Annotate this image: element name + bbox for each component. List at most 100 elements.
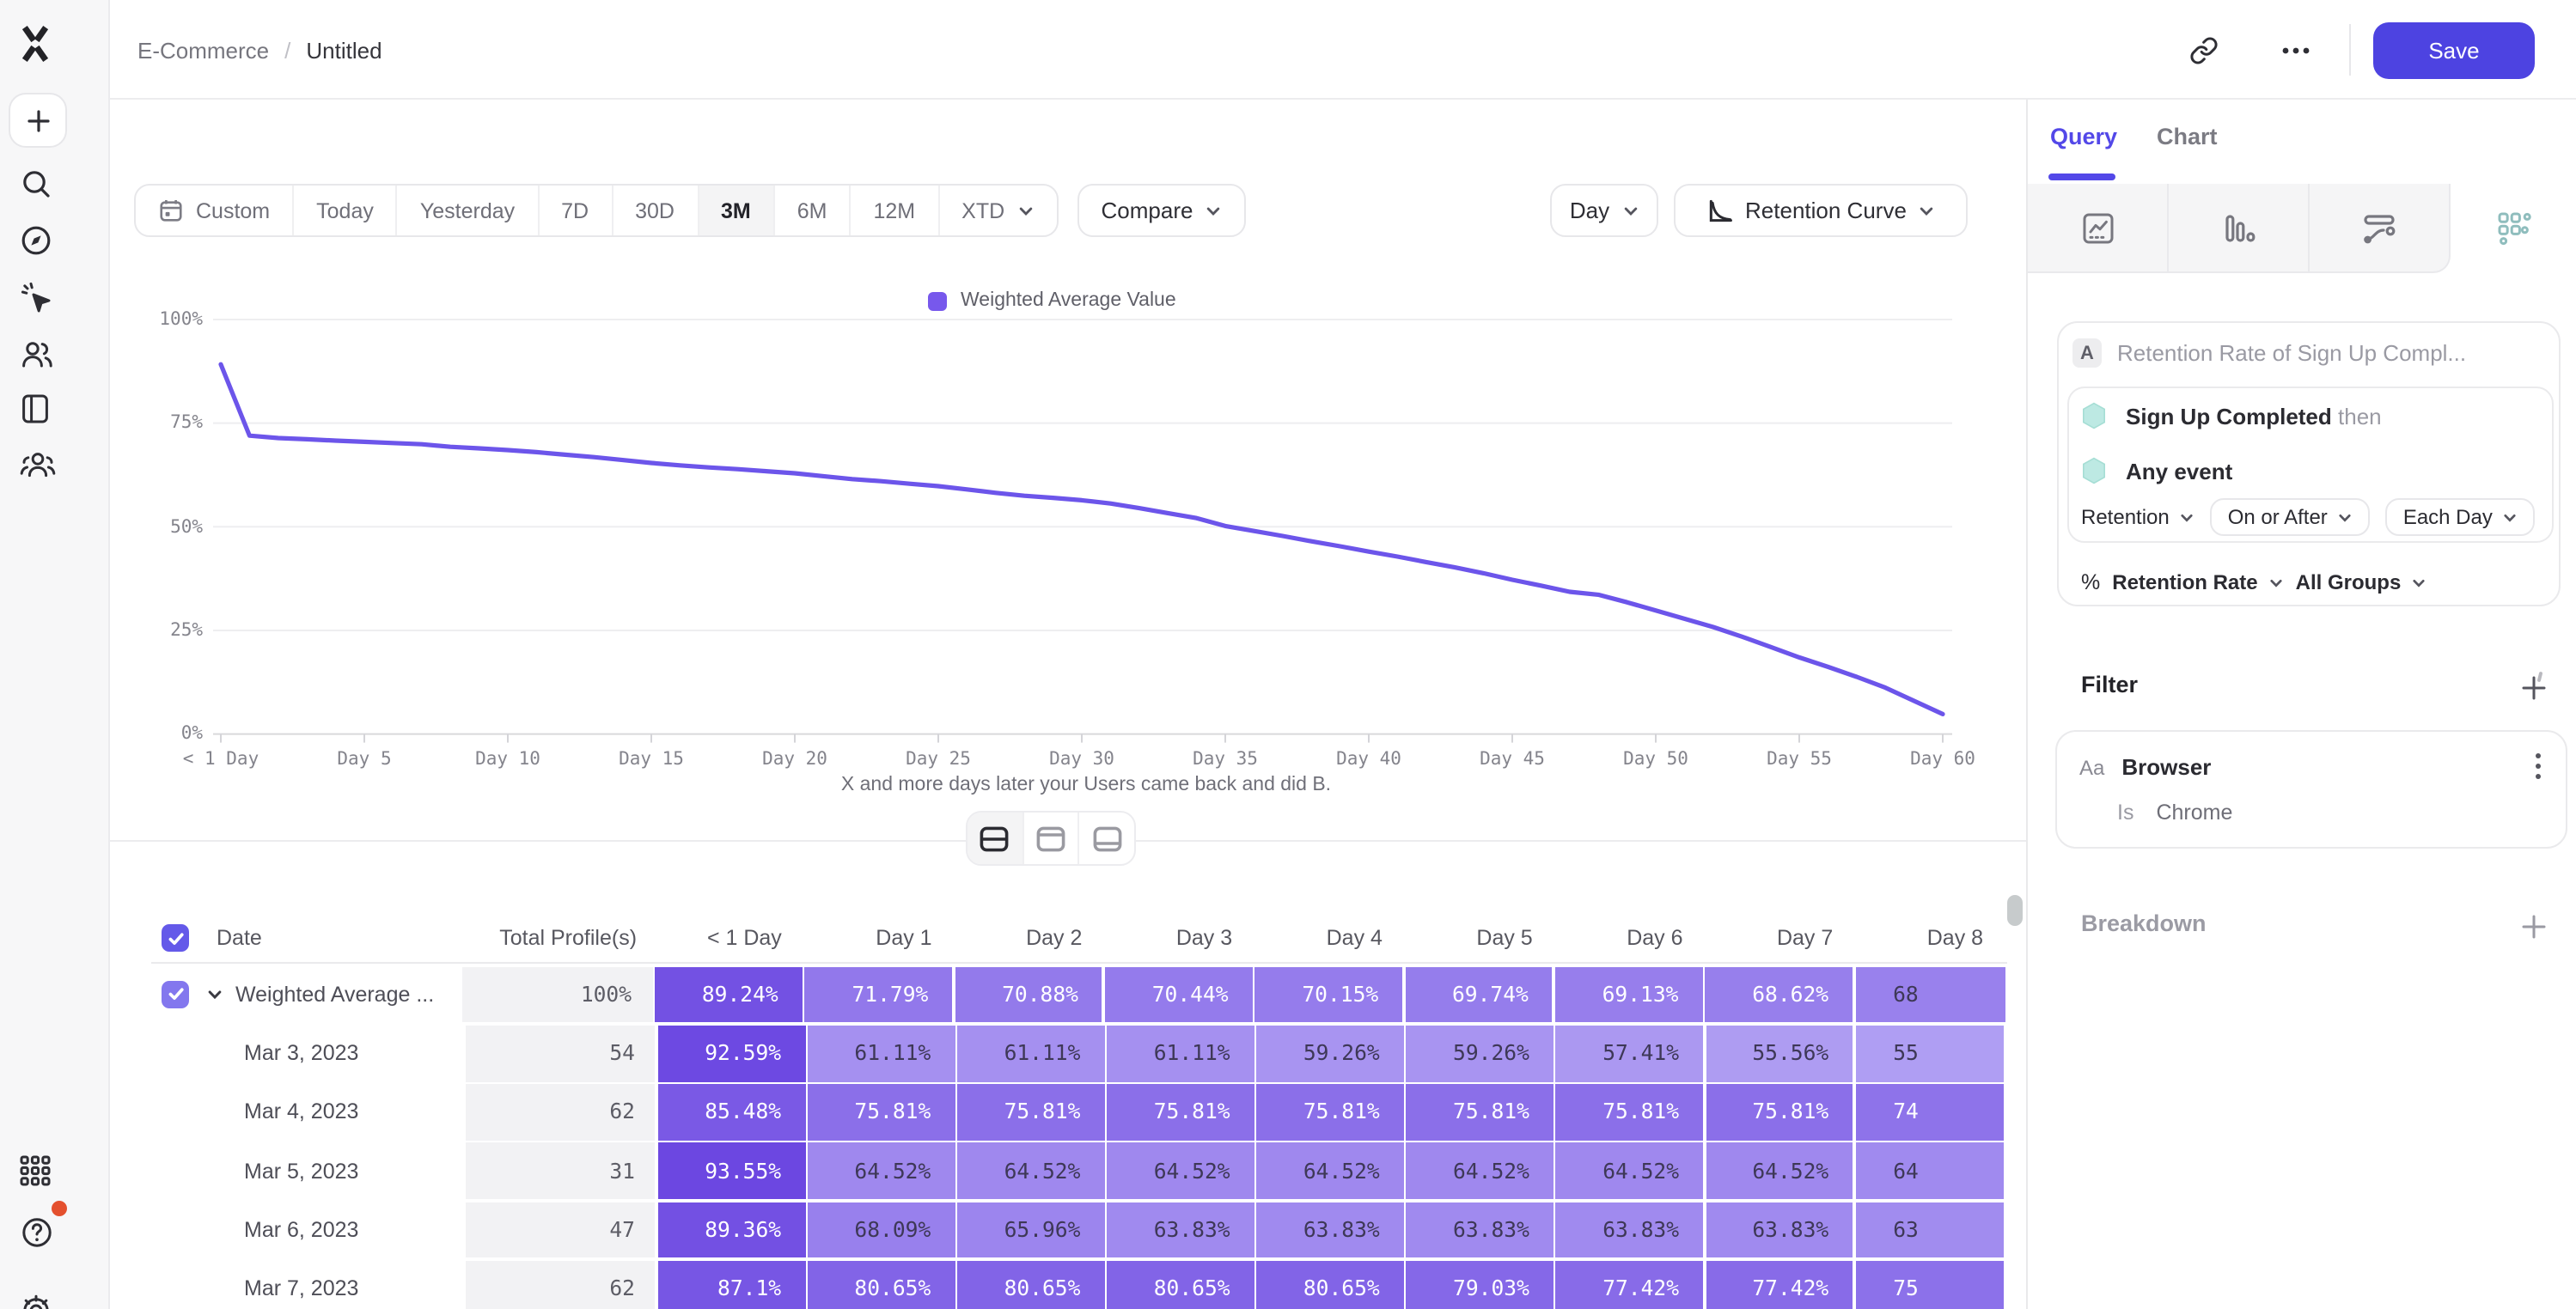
users-icon[interactable] [19, 328, 91, 380]
checkbox-checked[interactable] [162, 924, 189, 952]
retention-cell[interactable]: 92.59% [658, 1026, 805, 1082]
series-title[interactable]: Retention Rate of Sign Up Compl... [2117, 340, 2466, 366]
compare-button[interactable]: Compare [1077, 184, 1246, 237]
filter-kebab-icon[interactable] [2535, 752, 2542, 780]
retention-cell[interactable]: 70.15% [1255, 966, 1403, 1023]
retention-cell[interactable]: 64.52% [1556, 1143, 1703, 1200]
range-custom[interactable]: Custom [136, 186, 294, 235]
retention-curve-line[interactable] [221, 364, 1943, 714]
retention-grid-icon[interactable] [2451, 184, 2576, 273]
retention-cell[interactable]: 69.13% [1555, 966, 1703, 1023]
row-label-date[interactable]: Mar 6, 2023 [151, 1202, 466, 1258]
checkbox-checked[interactable] [162, 981, 189, 1008]
retention-cell[interactable]: 63.83% [1556, 1202, 1703, 1258]
retention-cell[interactable]: 68.62% [1705, 966, 1853, 1023]
apps-grid-icon[interactable] [19, 1144, 91, 1196]
breadcrumb-page-title[interactable]: Untitled [306, 37, 382, 63]
retention-cell[interactable]: 71.79% [805, 966, 953, 1023]
row-label-date[interactable]: Mar 7, 2023 [151, 1261, 466, 1309]
vertical-scrollbar[interactable] [2007, 895, 2023, 926]
filter-operator[interactable]: Is [2117, 801, 2133, 825]
retention-cell[interactable]: 64.52% [1407, 1143, 1554, 1200]
retention-interval-dropdown[interactable]: Each Day [2386, 498, 2536, 536]
table-only-view-icon[interactable] [1080, 813, 1134, 864]
retention-cell[interactable]: 61.11% [1107, 1026, 1254, 1082]
retention-cell[interactable]: 80.65% [957, 1261, 1104, 1309]
range-12m[interactable]: 12M [852, 186, 940, 235]
retention-cell[interactable]: 77.42% [1706, 1261, 1853, 1309]
chevron-down-icon[interactable] [206, 986, 223, 1003]
retention-cell[interactable]: 68.09% [808, 1202, 955, 1258]
column-header[interactable]: Day 6 [1557, 926, 1707, 950]
column-header[interactable]: < 1 Day [656, 926, 806, 950]
retention-cell[interactable]: 64 [1855, 1143, 2005, 1200]
range-7d[interactable]: 7D [539, 186, 613, 235]
column-header[interactable]: Day 8 [1857, 926, 2007, 950]
range-30d[interactable]: 30D [613, 186, 699, 235]
range-yesterday[interactable]: Yesterday [398, 186, 539, 235]
retention-cell[interactable]: 63.83% [1107, 1202, 1254, 1258]
settings-gear-icon[interactable] [19, 1285, 91, 1309]
save-button[interactable]: Save [2373, 21, 2535, 78]
tab-query[interactable]: Query [2050, 124, 2117, 149]
row-label-date[interactable]: Mar 4, 2023 [151, 1084, 466, 1141]
add-breakdown-icon[interactable] [2519, 912, 2547, 940]
notebook-icon[interactable] [19, 383, 91, 435]
retention-cell[interactable]: 75.81% [808, 1084, 955, 1141]
retention-cell[interactable]: 61.11% [808, 1026, 955, 1082]
line-chart-icon[interactable] [2028, 184, 2169, 273]
retention-cell[interactable]: 57.41% [1556, 1026, 1703, 1082]
row-label-date[interactable]: Mar 5, 2023 [151, 1143, 466, 1200]
help-icon[interactable] [19, 1206, 91, 1257]
retention-cell[interactable]: 69.74% [1405, 966, 1553, 1023]
retention-cell[interactable]: 75.81% [1556, 1084, 1703, 1141]
retention-cell[interactable]: 55.56% [1706, 1026, 1853, 1082]
event-step-a[interactable]: Sign Up Completed then [2081, 402, 2382, 429]
new-report-button[interactable] [9, 93, 67, 148]
retention-cell[interactable]: 68 [1855, 966, 2005, 1023]
row-label-date[interactable]: Mar 3, 2023 [151, 1026, 466, 1082]
retention-cell[interactable]: 64.52% [1706, 1143, 1853, 1200]
retention-cell[interactable]: 65.96% [957, 1202, 1104, 1258]
retention-cell[interactable]: 75.81% [1706, 1084, 1853, 1141]
retention-window-dropdown[interactable]: On or After [2211, 498, 2371, 536]
retention-cell[interactable]: 63.83% [1407, 1202, 1554, 1258]
retention-cell[interactable]: 80.65% [1257, 1261, 1404, 1309]
retention-cell[interactable]: 75.81% [957, 1084, 1104, 1141]
retention-cell[interactable]: 85.48% [658, 1084, 805, 1141]
column-header[interactable]: Day 1 [806, 926, 956, 950]
retention-cell[interactable]: 64.52% [1257, 1143, 1404, 1200]
retention-curve-chart[interactable] [110, 309, 2026, 752]
retention-cell[interactable]: 59.26% [1407, 1026, 1554, 1082]
retention-cell[interactable]: 77.42% [1556, 1261, 1703, 1309]
retention-cell[interactable]: 89.36% [658, 1202, 805, 1258]
retention-cell[interactable]: 70.88% [955, 966, 1102, 1023]
bar-chart-icon[interactable] [2169, 184, 2310, 273]
retention-cell[interactable]: 59.26% [1257, 1026, 1404, 1082]
retention-cell[interactable]: 74 [1855, 1084, 2005, 1141]
chart-type-dropdown[interactable]: Retention Curve [1674, 184, 1968, 237]
retention-cell[interactable]: 80.65% [808, 1261, 955, 1309]
retention-cell[interactable]: 61.11% [957, 1026, 1104, 1082]
retention-cell[interactable]: 63.83% [1706, 1202, 1853, 1258]
filter-value[interactable]: Chrome [2156, 801, 2232, 825]
retention-cell[interactable]: 75.81% [1407, 1084, 1554, 1141]
column-header[interactable]: Day 3 [1106, 926, 1256, 950]
filter-card[interactable]: Aa Browser Is Chrome [2055, 730, 2567, 849]
split-view-icon[interactable] [968, 813, 1023, 864]
retention-mode-dropdown[interactable]: Retention [2081, 498, 2195, 536]
column-header[interactable]: Date [151, 924, 462, 952]
column-header[interactable]: Day 4 [1256, 926, 1407, 950]
range-xtd[interactable]: XTD [939, 186, 1056, 235]
retention-cell[interactable]: 70.44% [1105, 966, 1253, 1023]
retention-cell[interactable]: 80.65% [1107, 1261, 1254, 1309]
add-filter-icon[interactable] [2519, 673, 2547, 701]
copy-link-icon[interactable] [2179, 26, 2227, 74]
range-today[interactable]: Today [294, 186, 398, 235]
flow-chart-icon[interactable] [2310, 184, 2451, 273]
explore-compass-icon[interactable] [19, 215, 91, 266]
granularity-dropdown[interactable]: Day [1550, 184, 1658, 237]
retention-cell[interactable]: 75.81% [1257, 1084, 1404, 1141]
more-options-icon[interactable] [2272, 26, 2320, 74]
retention-cell[interactable]: 87.1% [658, 1261, 805, 1309]
